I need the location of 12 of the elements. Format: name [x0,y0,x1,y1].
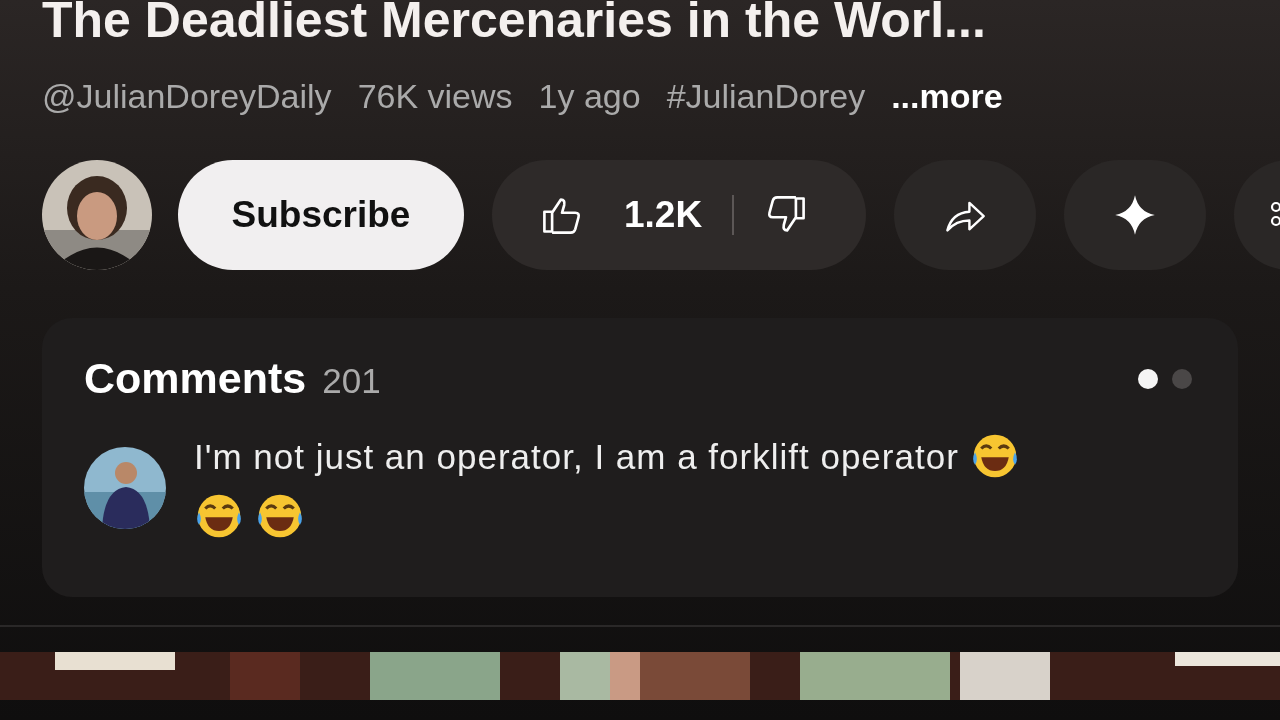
subscribe-button[interactable]: Subscribe [178,160,464,270]
more-link[interactable]: ...more [891,72,1003,120]
channel-handle[interactable]: @JulianDoreyDaily [42,72,332,120]
comment-count: 201 [322,361,381,401]
view-count: 76K views [357,76,513,117]
video-title: The Deadliest Mercenaries in the Worl... [42,0,987,50]
comment-text: I'm not just an operator, I am a forklift operator [194,427,1044,547]
like-button[interactable]: 1.2K [492,175,733,255]
hashtag-link[interactable]: #JulianDorey [666,72,866,120]
comments-card[interactable]: Comments 201 I'm not just an operator, I am a forklift operator [42,318,1238,597]
comments-heading: Comments [84,354,307,403]
upload-age: 1y ago [538,76,641,117]
